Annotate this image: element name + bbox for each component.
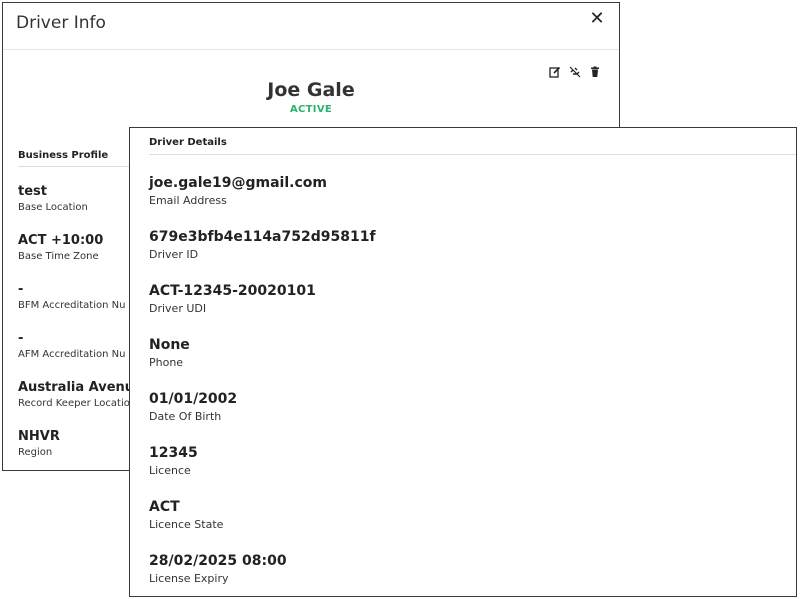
driver-id-field: 679e3bfb4e114a752d95811f Driver ID	[149, 229, 376, 261]
field-label: Email Address	[149, 194, 227, 207]
record-keeper-location-field: Australia Avenue Record Keeper Locatio	[18, 380, 143, 409]
field-label: License Expiry	[149, 572, 229, 585]
field-value: -	[18, 331, 24, 346]
driver-details-panel: Driver Details joe.gale19@gmail.com Emai…	[129, 127, 797, 597]
field-label: Licence	[149, 464, 191, 477]
region-field: NHVR Region	[18, 429, 60, 458]
base-location-field: test Base Location	[18, 184, 88, 213]
field-label: Base Location	[18, 202, 88, 213]
bfm-accreditation-field: - BFM Accreditation Nu	[18, 282, 125, 311]
field-value: 679e3bfb4e114a752d95811f	[149, 229, 376, 245]
phone-field: None Phone	[149, 337, 190, 369]
field-label: Phone	[149, 356, 184, 369]
unlink-icon[interactable]	[569, 66, 581, 78]
field-label: Region	[18, 447, 53, 458]
status-badge: ACTIVE	[290, 104, 332, 115]
field-label: Record Keeper Locatio	[18, 398, 130, 409]
afm-accreditation-field: - AFM Accreditation Nu	[18, 331, 125, 360]
field-value: test	[18, 184, 47, 199]
close-button[interactable]: ✕	[589, 8, 605, 29]
field-value: None	[149, 337, 190, 353]
driver-actions	[549, 66, 601, 78]
field-value: 01/01/2002	[149, 391, 238, 407]
field-label: BFM Accreditation Nu	[18, 300, 126, 311]
field-value: Australia Avenue	[18, 380, 143, 395]
business-profile-title: Business Profile	[18, 150, 109, 161]
field-value: ACT +10:00	[18, 233, 104, 248]
email-address-field: joe.gale19@gmail.com Email Address	[149, 175, 327, 207]
edit-icon[interactable]	[549, 66, 561, 78]
field-value: joe.gale19@gmail.com	[149, 175, 327, 191]
field-label: Licence State	[149, 518, 224, 531]
base-time-zone-field: ACT +10:00 Base Time Zone	[18, 233, 103, 262]
field-label: AFM Accreditation Nu	[18, 349, 126, 360]
driver-udi-field: ACT-12345-20020101 Driver UDI	[149, 283, 316, 315]
field-value: ACT-12345-20020101	[149, 283, 316, 299]
close-icon: ✕	[589, 8, 605, 29]
licence-state-field: ACT Licence State	[149, 499, 223, 531]
field-label: Driver ID	[149, 248, 199, 261]
field-label: Date Of Birth	[149, 410, 222, 423]
field-label: Base Time Zone	[18, 251, 99, 262]
section-divider	[149, 154, 796, 155]
driver-info-title: Driver Info	[16, 13, 106, 33]
field-value: NHVR	[18, 429, 60, 444]
field-value: 28/02/2025 08:00	[149, 553, 287, 569]
driver-info-header: Driver Info ✕	[3, 3, 619, 50]
trash-icon[interactable]	[589, 66, 601, 78]
field-value: -	[18, 282, 24, 297]
licence-field: 12345 Licence	[149, 445, 198, 477]
field-value: 12345	[149, 445, 198, 461]
license-expiry-field: 28/02/2025 08:00 License Expiry	[149, 553, 287, 585]
driver-name: Joe Gale	[267, 79, 355, 101]
driver-details-title: Driver Details	[149, 137, 227, 148]
date-of-birth-field: 01/01/2002 Date Of Birth	[149, 391, 237, 423]
field-value: ACT	[149, 499, 180, 515]
field-label: Driver UDI	[149, 302, 207, 315]
